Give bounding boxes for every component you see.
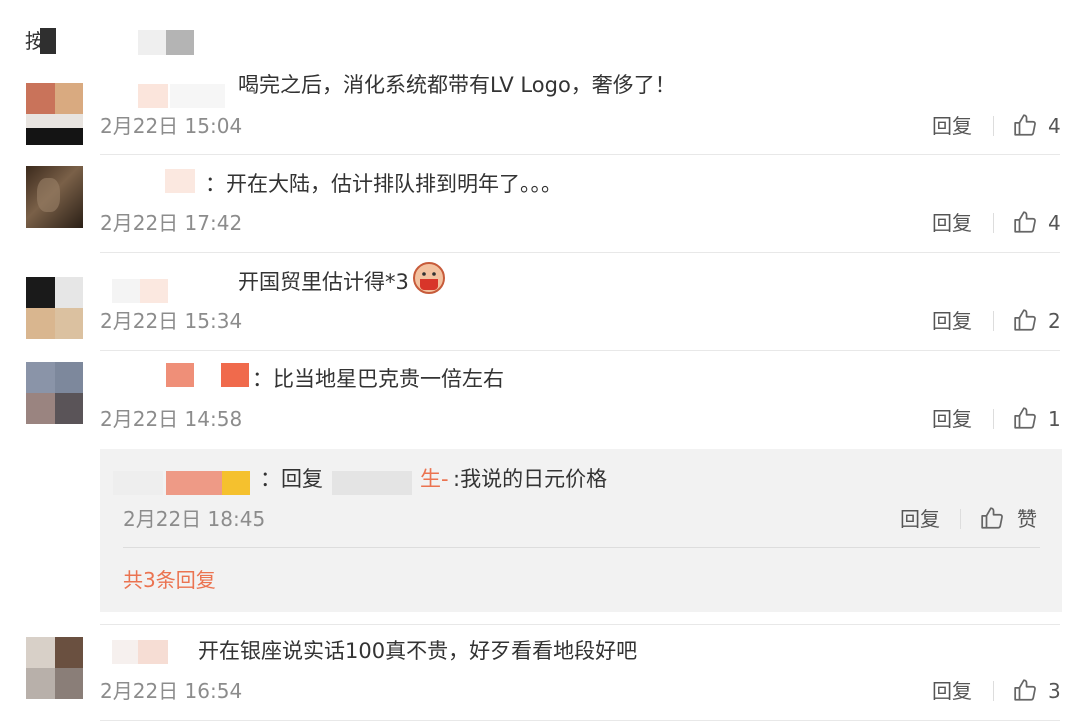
- divider: [100, 720, 1060, 721]
- mask-emoji-icon: [413, 262, 445, 294]
- separator: [960, 509, 961, 529]
- redacted-block: [166, 30, 194, 55]
- divider: [123, 547, 1040, 548]
- comment-time: 2月22日 17:42: [100, 211, 243, 235]
- separator: [993, 116, 994, 136]
- username-redacted[interactable]: [112, 279, 140, 303]
- thumbs-up-icon[interactable]: [1013, 405, 1039, 431]
- reply-button[interactable]: 回复: [932, 113, 972, 139]
- username-redacted[interactable]: [138, 640, 168, 664]
- separator: [993, 311, 994, 331]
- avatar[interactable]: [26, 362, 83, 424]
- username-redacted[interactable]: [112, 640, 138, 664]
- username-redacted[interactable]: [165, 169, 195, 193]
- comment-time: 2月22日 14:58: [100, 407, 243, 431]
- username-redacted[interactable]: [166, 363, 194, 387]
- comment-text: ：比当地星巴克贵一倍左右: [252, 367, 504, 391]
- mention-link[interactable]: 生-: [420, 465, 449, 493]
- like-count: 1: [1048, 407, 1061, 431]
- username-redacted[interactable]: [140, 279, 168, 303]
- reply-button[interactable]: 回复: [932, 308, 972, 334]
- reply-time: 2月22日 18:45: [123, 507, 266, 531]
- like-count: 3: [1048, 679, 1061, 703]
- avatar[interactable]: [26, 637, 83, 699]
- comment-time: 2月22日 15:04: [100, 114, 243, 138]
- comment-text: 开在银座说实话100真不贵，好歹看看地段好吧: [198, 639, 638, 663]
- like-label[interactable]: 赞: [1017, 506, 1037, 532]
- avatar[interactable]: [26, 83, 83, 145]
- thumbs-up-icon[interactable]: [1013, 307, 1039, 333]
- divider: [100, 350, 1060, 351]
- reply-text: :我说的日元价格: [453, 467, 608, 491]
- thumbs-up-icon[interactable]: [980, 505, 1006, 531]
- avatar[interactable]: [26, 166, 83, 228]
- reply-prefix: ：回复: [260, 467, 323, 491]
- reply-button[interactable]: 回复: [900, 506, 940, 532]
- separator: [993, 409, 994, 429]
- thumbs-up-icon[interactable]: [1013, 677, 1039, 703]
- separator: [993, 681, 994, 701]
- comment-text: 开国贸里估计得*3: [238, 270, 409, 294]
- reply-thread: ：回复 生- :我说的日元价格 2月22日 18:45 回复 赞 共3条回复: [100, 449, 1062, 612]
- username-redacted[interactable]: [222, 471, 250, 495]
- avatar[interactable]: [26, 277, 83, 339]
- comment-time: 2月22日 15:34: [100, 309, 243, 333]
- username-redacted[interactable]: [170, 84, 225, 108]
- like-count: 4: [1048, 114, 1061, 138]
- thumbs-up-icon[interactable]: [1013, 209, 1039, 235]
- like-count: 4: [1048, 211, 1061, 235]
- comment-text: 喝完之后，消化系统都带有LV Logo，奢侈了！: [238, 73, 676, 97]
- username-redacted[interactable]: [113, 471, 163, 495]
- redacted-block: [138, 30, 166, 55]
- divider: [100, 154, 1060, 155]
- comment-time: 2月22日 16:54: [100, 679, 243, 703]
- reply-button[interactable]: 回复: [932, 678, 972, 704]
- reply-button[interactable]: 回复: [932, 210, 972, 236]
- thumbs-up-icon[interactable]: [1013, 112, 1039, 138]
- separator: [993, 213, 994, 233]
- username-redacted[interactable]: [138, 84, 168, 108]
- mention-redacted[interactable]: [332, 471, 412, 495]
- divider: [100, 624, 1060, 625]
- username-redacted[interactable]: [221, 363, 249, 387]
- divider: [100, 252, 1060, 253]
- redacted-block: [40, 28, 56, 54]
- comment-text: ：开在大陆，估计排队排到明年了。。。: [205, 172, 562, 196]
- username-redacted[interactable]: [166, 471, 222, 495]
- reply-button[interactable]: 回复: [932, 406, 972, 432]
- like-count: 2: [1048, 309, 1061, 333]
- more-replies-link[interactable]: 共3条回复: [123, 567, 216, 593]
